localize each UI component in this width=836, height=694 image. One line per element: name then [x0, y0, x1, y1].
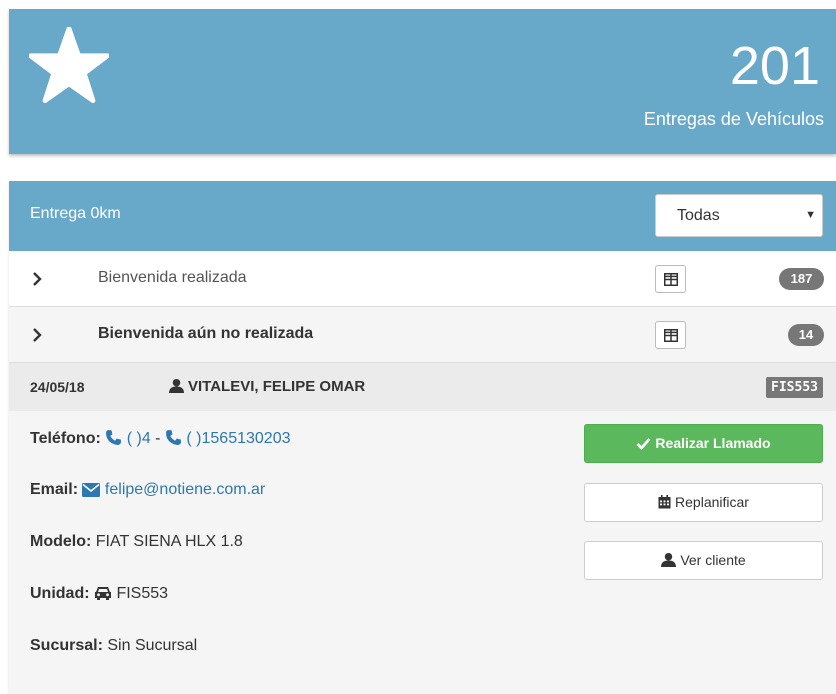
check-icon [636, 438, 651, 451]
phone-link-1[interactable]: ( )4 [127, 430, 151, 447]
user-icon [169, 378, 184, 393]
star-icon [29, 27, 109, 103]
reschedule-button-label: Replanificar [675, 494, 749, 510]
calendar-icon [658, 495, 671, 509]
entry-row[interactable]: 24/05/18 VITALEVI, FELIPE OMAR FIS553 [9, 363, 836, 411]
phone-separator: - [155, 430, 161, 447]
unit-label: Unidad: [30, 585, 90, 602]
stat-label: Entregas de Vehículos [643, 109, 824, 129]
stat-card: 201 Entregas de Vehículos [9, 9, 836, 154]
filter-selected-value: Todas [677, 207, 720, 224]
group-row-done[interactable]: Bienvenida realizada 187 [9, 251, 836, 307]
envelope-icon [82, 483, 101, 497]
call-button-label: Realizar Llamado [655, 435, 771, 451]
group-label: Bienvenida realizada [98, 269, 247, 286]
phone-row: Teléfono: ( )4 - ( )1565130203 [30, 429, 291, 448]
phone-label: Teléfono: [30, 430, 101, 447]
stat-value: 201 [729, 36, 820, 96]
view-client-button-label: Ver cliente [680, 552, 746, 568]
phone-icon [106, 430, 122, 445]
filter-select[interactable]: Todas ▼ [655, 194, 823, 237]
unit-value: FIS553 [116, 585, 169, 602]
model-row: Modelo: FIAT SIENA HLX 1.8 [30, 533, 243, 551]
email-row: Email: felipe@notiene.com.ar [30, 481, 265, 499]
reschedule-button[interactable]: Replanificar [584, 483, 823, 522]
call-button[interactable]: Realizar Llamado [584, 424, 823, 463]
group-label: Bienvenida aún no realizada [98, 325, 314, 342]
plate-badge: FIS553 [766, 377, 823, 398]
branch-label: Sucursal: [30, 637, 103, 654]
table-icon [664, 273, 678, 286]
branch-value: Sin Sucursal [107, 637, 198, 654]
model-value: FIAT SIENA HLX 1.8 [95, 533, 243, 550]
group-row-pending[interactable]: Bienvenida aún no realizada 14 [9, 307, 836, 363]
count-badge: 187 [779, 268, 824, 290]
table-icon [664, 329, 678, 342]
branch-row: Sucursal: Sin Sucursal [30, 637, 197, 655]
chevron-right-icon [33, 328, 42, 342]
car-icon [95, 587, 111, 600]
model-label: Modelo: [30, 533, 92, 550]
user-icon [661, 552, 677, 567]
entry-date: 24/05/18 [30, 379, 85, 395]
deliveries-panel: Entrega 0km Todas ▼ Bienvenida realizada… [9, 181, 836, 694]
view-client-button[interactable]: Ver cliente [584, 541, 823, 580]
phone-link-2[interactable]: ( )1565130203 [186, 430, 290, 447]
caret-down-icon: ▼ [805, 209, 816, 221]
panel-header: Entrega 0km Todas ▼ [9, 181, 836, 251]
table-view-button[interactable] [655, 265, 686, 293]
email-link[interactable]: felipe@notiene.com.ar [105, 481, 265, 498]
table-view-button[interactable] [655, 321, 686, 349]
phone-icon [166, 430, 181, 445]
chevron-right-icon [33, 272, 42, 286]
email-label: Email: [30, 481, 79, 498]
panel-title: Entrega 0km [30, 205, 121, 222]
unit-row: Unidad: FIS553 [30, 585, 168, 603]
entry-client: VITALEVI, FELIPE OMAR [169, 378, 365, 395]
count-badge: 14 [788, 324, 824, 346]
entry-client-name: VITALEVI, FELIPE OMAR [188, 378, 366, 395]
